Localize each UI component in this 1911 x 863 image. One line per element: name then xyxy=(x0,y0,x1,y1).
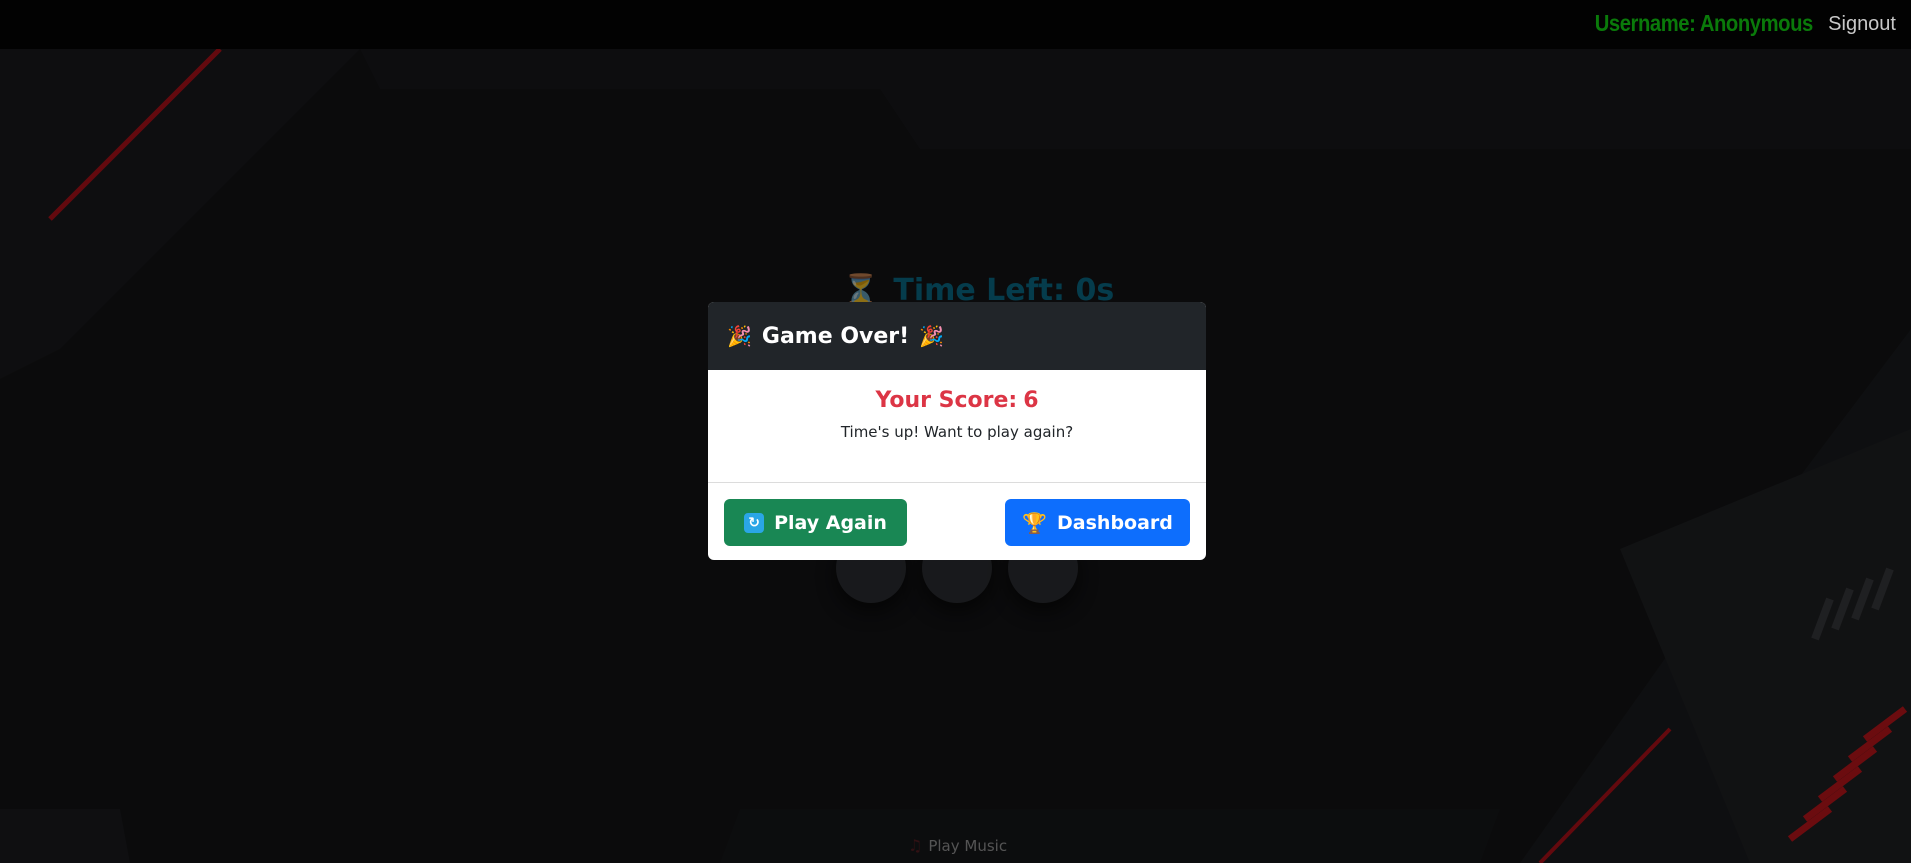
party-popper-icon: 🎉 xyxy=(727,324,752,348)
game-over-modal: 🎉 Game Over! 🎉 Your Score: 6 Time's up! W… xyxy=(708,302,1206,560)
dashboard-label: Dashboard xyxy=(1057,511,1173,534)
play-again-button[interactable]: ↻ Play Again xyxy=(724,499,907,546)
score-label: Your Score: xyxy=(875,388,1018,413)
score-value: 6 xyxy=(1023,388,1039,413)
party-popper-icon: 🎉 xyxy=(919,324,945,348)
game-page: Username: Anonymous Signout ⏳ Time Left:… xyxy=(0,0,1911,863)
modal-title: Game Over! xyxy=(761,323,910,349)
play-again-label: Play Again xyxy=(774,511,887,534)
top-bar: Username: Anonymous Signout xyxy=(0,0,1911,49)
modal-header: 🎉 Game Over! 🎉 xyxy=(708,302,1206,370)
refresh-icon: ↻ xyxy=(744,512,765,533)
username-label: Username: Anonymous xyxy=(1594,10,1814,36)
dashboard-button[interactable]: 🏆 Dashboard xyxy=(1005,499,1190,546)
trophy-icon: 🏆 xyxy=(1022,510,1048,535)
score-display: Your Score: 6 xyxy=(708,370,1206,413)
game-over-message: Time's up! Want to play again? xyxy=(840,423,1074,441)
signout-link[interactable]: Signout xyxy=(1828,13,1896,36)
modal-body: Your Score: 6 Time's up! Want to play aga… xyxy=(708,370,1206,483)
modal-footer: ↻ Play Again 🏆 Dashboard xyxy=(708,483,1206,560)
